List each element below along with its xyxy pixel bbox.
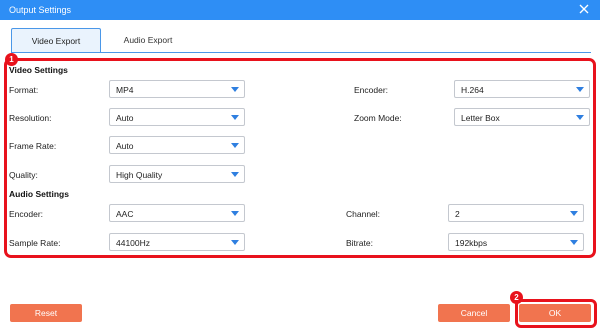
tab-divider: [11, 52, 591, 53]
ok-highlight-box: [515, 299, 597, 328]
bitrate-label: Bitrate:: [346, 238, 373, 248]
sample-rate-select[interactable]: 44100Hz: [109, 233, 245, 251]
tab-audio-export[interactable]: Audio Export: [103, 28, 193, 53]
quality-select[interactable]: High Quality: [109, 165, 245, 183]
audio-encoder-select[interactable]: AAC: [109, 204, 245, 222]
frame-rate-value: Auto: [116, 141, 134, 151]
chevron-down-icon: [231, 143, 239, 148]
zoom-mode-value: Letter Box: [461, 113, 500, 123]
step-badge-2: 2: [510, 291, 523, 304]
resolution-value: Auto: [116, 113, 134, 123]
bitrate-select[interactable]: 192kbps: [448, 233, 584, 251]
tab-video-export[interactable]: Video Export: [11, 28, 101, 53]
resolution-label: Resolution:: [9, 113, 52, 123]
quality-label: Quality:: [9, 170, 38, 180]
video-encoder-value: H.264: [461, 85, 484, 95]
chevron-down-icon: [576, 87, 584, 92]
format-value: MP4: [116, 85, 134, 95]
channel-label: Channel:: [346, 209, 381, 219]
channel-value: 2: [455, 209, 460, 219]
chevron-down-icon: [231, 211, 239, 216]
close-icon[interactable]: [578, 3, 590, 15]
audio-encoder-label: Encoder:: [9, 209, 44, 219]
zoom-mode-label: Zoom Mode:: [354, 113, 402, 123]
audio-encoder-value: AAC: [116, 209, 134, 219]
title-bar: Output Settings: [0, 0, 600, 20]
reset-button[interactable]: Reset: [10, 304, 82, 322]
bitrate-value: 192kbps: [455, 238, 488, 248]
chevron-down-icon: [570, 240, 578, 245]
video-encoder-select[interactable]: H.264: [454, 80, 590, 98]
frame-rate-label: Frame Rate:: [9, 141, 57, 151]
audio-settings-heading: Audio Settings: [9, 189, 69, 199]
format-select[interactable]: MP4: [109, 80, 245, 98]
export-tabs: Video Export Audio Export: [11, 28, 591, 53]
chevron-down-icon: [231, 115, 239, 120]
video-encoder-label: Encoder:: [354, 85, 389, 95]
quality-value: High Quality: [116, 170, 163, 180]
cancel-button[interactable]: Cancel: [438, 304, 510, 322]
video-settings-heading: Video Settings: [9, 65, 68, 75]
chevron-down-icon: [576, 115, 584, 120]
resolution-select[interactable]: Auto: [109, 108, 245, 126]
frame-rate-select[interactable]: Auto: [109, 136, 245, 154]
window-title: Output Settings: [9, 5, 72, 15]
sample-rate-value: 44100Hz: [116, 238, 151, 248]
chevron-down-icon: [231, 87, 239, 92]
chevron-down-icon: [231, 172, 239, 177]
zoom-mode-select[interactable]: Letter Box: [454, 108, 590, 126]
sample-rate-label: Sample Rate:: [9, 238, 61, 248]
chevron-down-icon: [570, 211, 578, 216]
channel-select[interactable]: 2: [448, 204, 584, 222]
chevron-down-icon: [231, 240, 239, 245]
format-label: Format:: [9, 85, 39, 95]
